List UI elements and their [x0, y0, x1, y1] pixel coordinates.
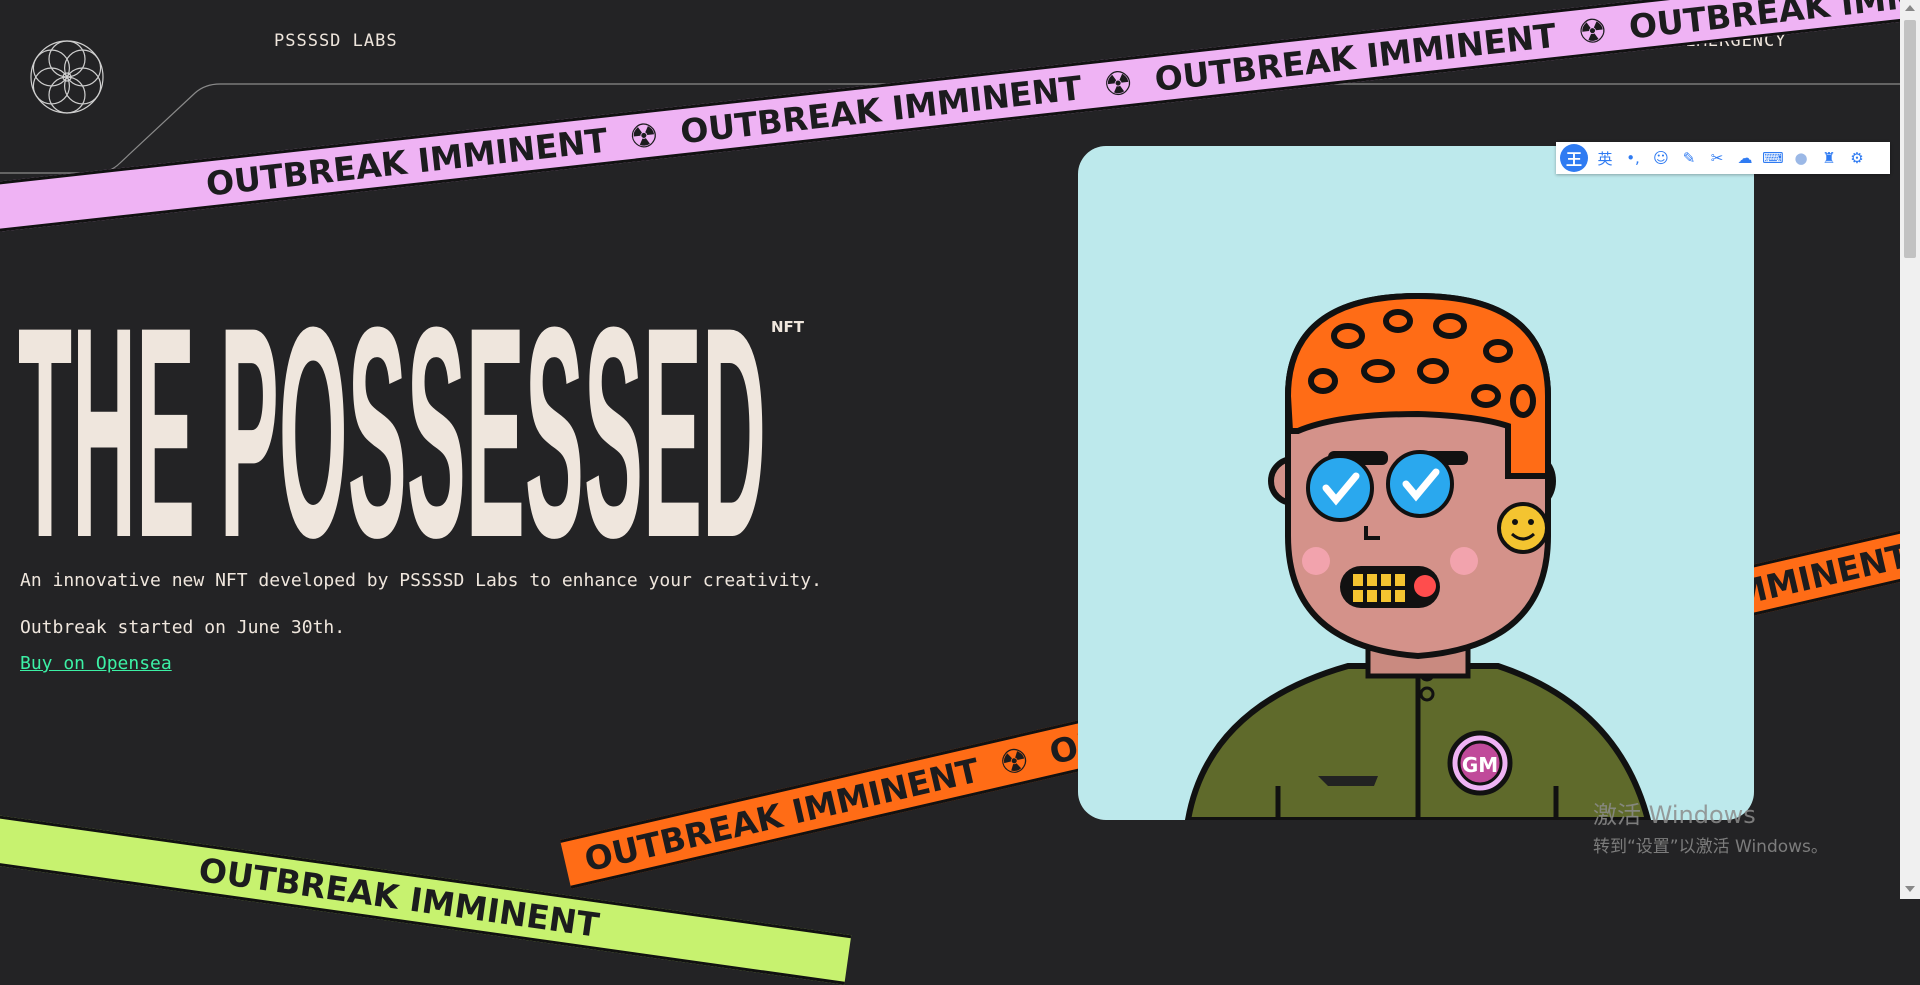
- shirt-icon[interactable]: ♜: [1818, 147, 1840, 169]
- ime-toolbar: 王 英 •, ☺ ✎ ✂ ☁ ⌨ ● ♜ ⚙: [1556, 142, 1890, 174]
- scissors-icon[interactable]: ✂: [1706, 147, 1728, 169]
- cloud-icon[interactable]: ☁: [1734, 147, 1756, 169]
- vertical-scrollbar[interactable]: [1900, 0, 1920, 899]
- scroll-up-icon[interactable]: [1905, 5, 1915, 11]
- hero-description: An innovative new NFT developed by PSSSS…: [20, 570, 822, 591]
- scrollbar-thumb[interactable]: [1904, 20, 1916, 258]
- user-icon[interactable]: ●: [1790, 147, 1812, 169]
- nft-artwork-card: GM: [1078, 146, 1754, 820]
- emoji-icon[interactable]: ☺: [1650, 147, 1672, 169]
- radiation-icon: ☢: [1101, 62, 1136, 105]
- gm-badge-text: GM: [1462, 753, 1498, 777]
- outbreak-date: Outbreak started on June 30th.: [20, 617, 346, 638]
- logo-icon[interactable]: [29, 39, 105, 115]
- nft-character-illustration: GM: [1184, 292, 1652, 820]
- tape-text: OUTBREAK IMMINENT: [196, 849, 602, 945]
- nft-tag: NFT: [771, 318, 805, 336]
- language-toggle-button[interactable]: 英: [1594, 147, 1616, 169]
- hero-title: THE POSSESSED: [18, 306, 766, 546]
- windows-activation-watermark: 激活 Windows 转到“设置”以激活 Windows。: [1593, 795, 1828, 857]
- buy-on-opensea-link[interactable]: Buy on Opensea: [20, 653, 172, 674]
- brand-name[interactable]: PSSSSD LABS: [274, 31, 398, 51]
- settings-icon[interactable]: ⚙: [1846, 147, 1868, 169]
- tape-text: OUTBREAK IMMINENT: [580, 750, 983, 879]
- hero-title-text: THE POSSESSED: [18, 306, 766, 546]
- pen-icon[interactable]: ✎: [1678, 147, 1700, 169]
- radiation-icon: ☢: [1575, 9, 1610, 52]
- scroll-down-icon[interactable]: [1905, 886, 1915, 892]
- radiation-icon: ☢: [627, 114, 661, 157]
- watermark-line1: 激活 Windows: [1593, 801, 1756, 829]
- watermark-line2: 转到“设置”以激活 Windows。: [1593, 837, 1828, 857]
- ime-logo-icon[interactable]: 王: [1560, 144, 1588, 172]
- keyboard-icon[interactable]: ⌨: [1762, 147, 1784, 169]
- radiation-icon: ☢: [995, 738, 1034, 784]
- punctuation-icon[interactable]: •,: [1622, 147, 1644, 169]
